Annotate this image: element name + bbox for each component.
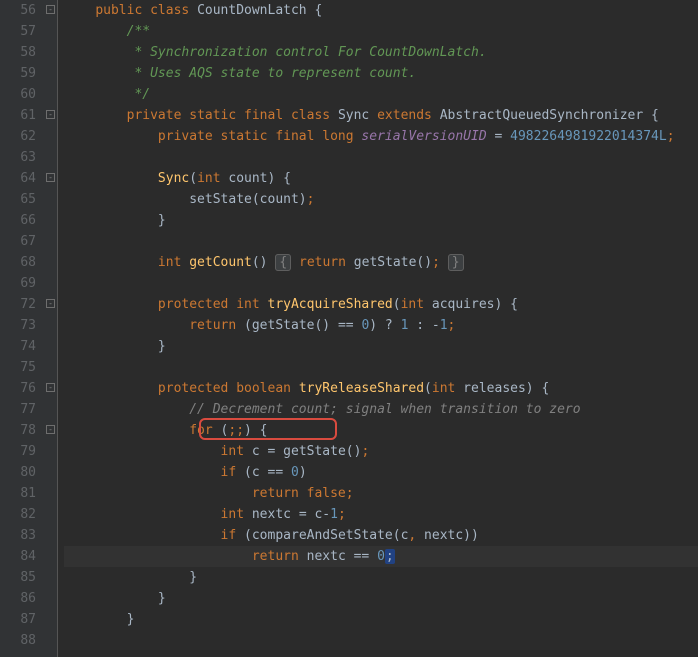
line-number: 78 <box>0 420 36 441</box>
line-number: 68 <box>0 252 36 273</box>
code-line[interactable]: if (c == 0) <box>64 462 698 483</box>
line-number: 87 <box>0 609 36 630</box>
line-number: 73 <box>0 315 36 336</box>
line-number: 57 <box>0 21 36 42</box>
code-line[interactable]: setState(count); <box>64 189 698 210</box>
fold-toggle-icon[interactable]: - <box>46 383 55 392</box>
code-line[interactable] <box>64 273 698 294</box>
code-line[interactable]: * Uses AQS state to represent count. <box>64 63 698 84</box>
code-line[interactable] <box>64 357 698 378</box>
line-number: 56 <box>0 0 36 21</box>
code-line[interactable] <box>64 630 698 651</box>
line-number: 85 <box>0 567 36 588</box>
line-number: 74 <box>0 336 36 357</box>
code-line[interactable] <box>64 231 698 252</box>
code-line[interactable] <box>64 147 698 168</box>
code-line[interactable]: return (getState() == 0) ? 1 : -1; <box>64 315 698 336</box>
code-line[interactable]: int getCount() { return getState(); } <box>64 252 698 273</box>
line-number: 80 <box>0 462 36 483</box>
code-line[interactable]: return false; <box>64 483 698 504</box>
line-number: 77 <box>0 399 36 420</box>
line-number: 75 <box>0 357 36 378</box>
code-line[interactable]: Sync(int count) { <box>64 168 698 189</box>
line-number: 76 <box>0 378 36 399</box>
code-line[interactable]: if (compareAndSetState(c, nextc)) <box>64 525 698 546</box>
code-line[interactable]: * Synchronization control For CountDownL… <box>64 42 698 63</box>
line-number: 65 <box>0 189 36 210</box>
code-line[interactable]: protected int tryAcquireShared(int acqui… <box>64 294 698 315</box>
line-number: 64 <box>0 168 36 189</box>
code-line[interactable]: // Decrement count; signal when transiti… <box>64 399 698 420</box>
code-area[interactable]: public class CountDownLatch { /** * Sync… <box>58 0 698 657</box>
line-number: 59 <box>0 63 36 84</box>
line-number: 88 <box>0 630 36 651</box>
fold-toggle-icon[interactable]: - <box>46 173 55 182</box>
code-line[interactable]: for (;;) { <box>64 420 698 441</box>
line-number: 83 <box>0 525 36 546</box>
code-line[interactable]: int c = getState(); <box>64 441 698 462</box>
line-number: 61 <box>0 105 36 126</box>
code-line[interactable]: } <box>64 609 698 630</box>
fold-toggle-icon[interactable]: - <box>46 110 55 119</box>
fold-column: - - - - - - <box>44 0 58 657</box>
line-number: 82 <box>0 504 36 525</box>
line-number: 67 <box>0 231 36 252</box>
code-line[interactable]: int nextc = c-1; <box>64 504 698 525</box>
line-number: 63 <box>0 147 36 168</box>
line-number: 60 <box>0 84 36 105</box>
line-number-gutter: 5657585960616263646566676869727374757677… <box>0 0 44 657</box>
line-number: 62 <box>0 126 36 147</box>
line-number: 72 <box>0 294 36 315</box>
fold-toggle-icon[interactable]: - <box>46 299 55 308</box>
line-number: 81 <box>0 483 36 504</box>
code-line[interactable]: public class CountDownLatch { <box>64 0 698 21</box>
line-number: 86 <box>0 588 36 609</box>
code-line[interactable]: private static final long serialVersionU… <box>64 126 698 147</box>
code-line[interactable]: */ <box>64 84 698 105</box>
code-line[interactable]: protected boolean tryReleaseShared(int r… <box>64 378 698 399</box>
line-number: 58 <box>0 42 36 63</box>
fold-toggle-icon[interactable]: - <box>46 5 55 14</box>
fold-toggle-icon[interactable]: - <box>46 425 55 434</box>
code-line[interactable]: } <box>64 588 698 609</box>
code-line[interactable]: } <box>64 210 698 231</box>
code-line[interactable]: return nextc == 0; <box>64 546 698 567</box>
code-line[interactable]: /** <box>64 21 698 42</box>
line-number: 69 <box>0 273 36 294</box>
line-number: 79 <box>0 441 36 462</box>
code-line[interactable]: } <box>64 567 698 588</box>
code-line[interactable]: } <box>64 336 698 357</box>
line-number: 84 <box>0 546 36 567</box>
line-number: 66 <box>0 210 36 231</box>
code-line[interactable]: private static final class Sync extends … <box>64 105 698 126</box>
